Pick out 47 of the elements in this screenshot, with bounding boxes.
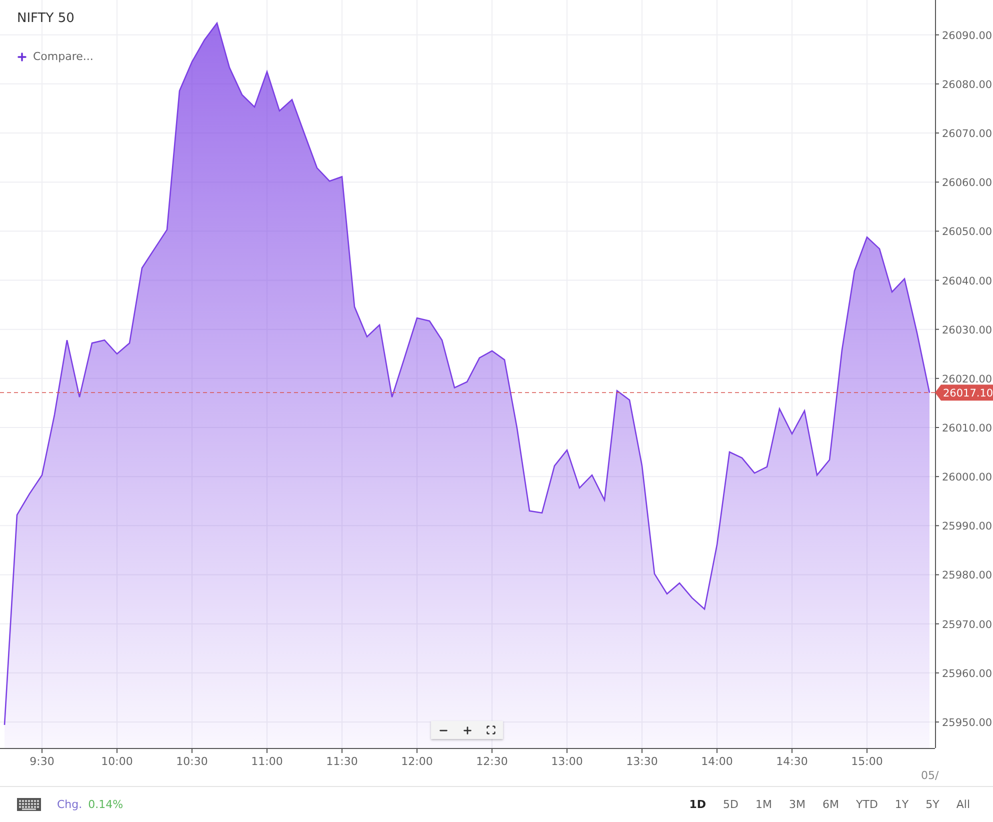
- range-button[interactable]: 6M: [816, 796, 846, 813]
- axis-label: 26050.00: [942, 226, 992, 238]
- range-button[interactable]: YTD: [849, 796, 885, 813]
- axis-label: 14:00: [701, 755, 733, 768]
- axis-label: 12:00: [401, 755, 433, 768]
- axis-label: 13:00: [551, 755, 583, 768]
- price-tag: 26017.10: [935, 384, 993, 401]
- axis-label: 26030.00: [942, 324, 992, 336]
- axis-label: 9:30: [30, 755, 54, 768]
- axis-label: 26080.00: [942, 78, 992, 91]
- axis-label: 25950.00: [942, 716, 992, 729]
- axis-label: 26010.00: [942, 422, 992, 434]
- axis-label: 25980.00: [942, 570, 992, 582]
- range-button[interactable]: 5D: [716, 796, 746, 813]
- axis-label: 25970.00: [942, 618, 992, 631]
- range-button[interactable]: 1M: [748, 796, 779, 813]
- axis-label: 26040.00: [942, 275, 992, 288]
- compare-button[interactable]: Compare...: [14, 48, 96, 65]
- axis-label: 15:00: [851, 755, 883, 768]
- range-button[interactable]: 3M: [782, 796, 812, 813]
- axis-label: 25960.00: [942, 668, 992, 680]
- axis-label: 10:30: [176, 755, 208, 768]
- range-button[interactable]: 5Y: [918, 796, 946, 813]
- axis-label: 26020.00: [942, 373, 992, 386]
- axis-label: 10:00: [101, 755, 133, 768]
- date-label: 05/: [921, 769, 939, 782]
- axis-label: 26060.00: [942, 177, 992, 190]
- axis-label: 12:30: [476, 755, 508, 768]
- axis-label: 11:30: [326, 755, 358, 768]
- keyboard-icon[interactable]: [17, 798, 41, 811]
- fullscreen-icon: [486, 725, 496, 735]
- chart-title: NIFTY 50: [17, 11, 74, 26]
- axis-label: 11:00: [251, 755, 283, 768]
- range-button[interactable]: 1D: [682, 796, 714, 813]
- axis-label: 26000.00: [942, 472, 992, 484]
- axis-label: 14:30: [776, 755, 808, 768]
- range-button[interactable]: All: [949, 796, 977, 813]
- plus-icon: [462, 724, 472, 736]
- change-label: Chg.: [57, 798, 82, 811]
- axis-label: 26090.00: [942, 30, 992, 42]
- change-value: 0.14%: [88, 798, 124, 811]
- axis-label: 25990.00: [942, 520, 992, 533]
- axis-label: 13:30: [626, 755, 658, 768]
- ref-line-label: 26017.10: [943, 388, 993, 400]
- axis-label: 26070.00: [942, 128, 992, 140]
- range-button[interactable]: 1Y: [888, 796, 916, 813]
- plus-icon: [16, 50, 28, 62]
